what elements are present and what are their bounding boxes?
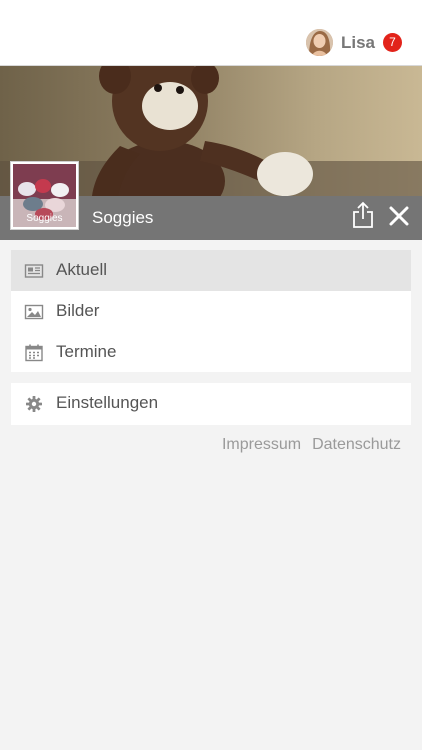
impressum-link[interactable]: Impressum bbox=[222, 436, 301, 454]
group-name: Soggies bbox=[92, 208, 154, 227]
avatar[interactable] bbox=[305, 29, 333, 56]
gear-icon bbox=[24, 394, 44, 414]
group-thumbnail-label: Soggies bbox=[26, 213, 63, 224]
calendar-icon bbox=[24, 343, 44, 363]
datenschutz-link[interactable]: Datenschutz bbox=[312, 436, 401, 454]
user-name[interactable]: Lisa bbox=[341, 33, 375, 53]
group-thumbnail: Soggies bbox=[10, 161, 79, 230]
menu-item-aktuell[interactable]: Aktuell bbox=[11, 250, 411, 291]
footer-links: Impressum Datenschutz bbox=[222, 436, 401, 454]
settings-menu: Einstellungen bbox=[11, 383, 411, 425]
menu-item-label: Termine bbox=[56, 342, 117, 361]
image-icon bbox=[24, 302, 44, 322]
menu-item-bilder[interactable]: Bilder bbox=[11, 291, 411, 332]
share-icon[interactable] bbox=[351, 201, 375, 229]
menu-item-label: Einstellungen bbox=[56, 393, 159, 412]
close-icon[interactable] bbox=[387, 204, 411, 228]
menu-item-einstellungen[interactable]: Einstellungen bbox=[11, 383, 411, 424]
newspaper-icon bbox=[24, 261, 44, 281]
user-profile[interactable]: Lisa 7 bbox=[305, 29, 402, 56]
menu-item-termine[interactable]: Termine bbox=[11, 332, 411, 373]
group-thumbnail-image: Soggies bbox=[13, 164, 76, 227]
main-menu: Aktuell Bilder Termine bbox=[11, 250, 411, 372]
notification-badge[interactable]: 7 bbox=[383, 33, 402, 52]
menu-item-label: Bilder bbox=[56, 301, 100, 320]
menu-item-label: Aktuell bbox=[56, 260, 108, 279]
top-bar: Lisa 7 bbox=[0, 0, 422, 66]
